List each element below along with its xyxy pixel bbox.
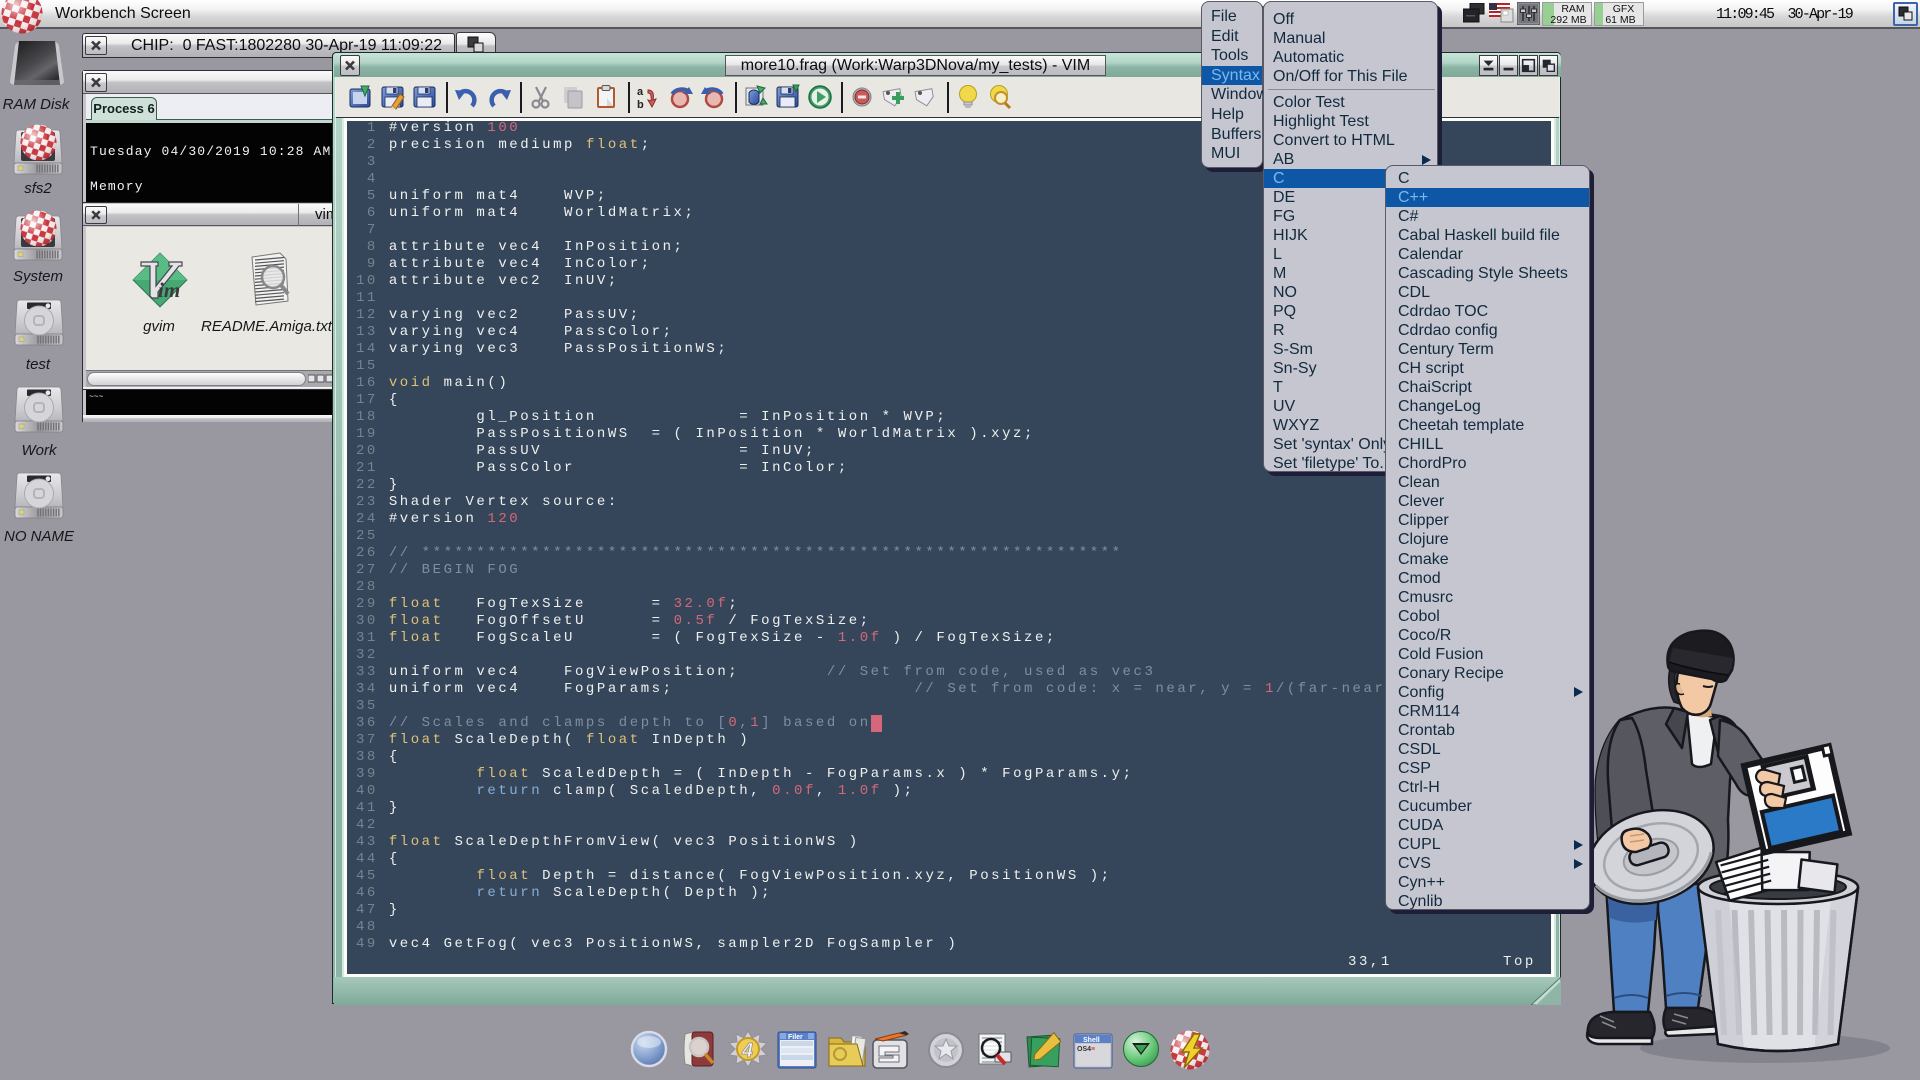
- svg-text:b: b: [637, 99, 644, 111]
- svg-text:im: im: [158, 278, 180, 302]
- svg-text:a: a: [637, 86, 644, 98]
- svg-text:OS4≡: OS4≡: [1077, 1046, 1095, 1053]
- svg-text:4: 4: [741, 1040, 753, 1062]
- svg-text:Shell: Shell: [1083, 1037, 1100, 1044]
- svg-text:Filer: Filer: [788, 1034, 803, 1041]
